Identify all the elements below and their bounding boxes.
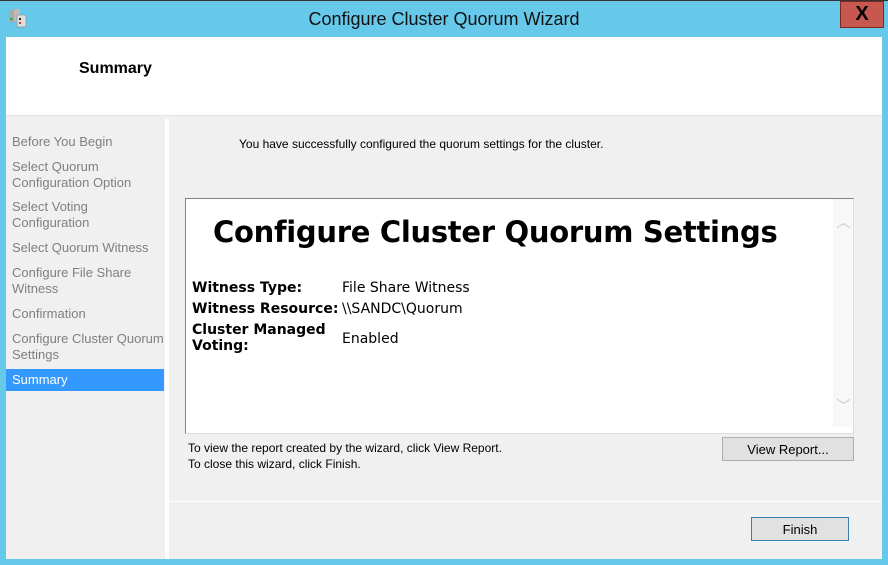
window-title: Configure Cluster Quorum Wizard <box>308 9 580 29</box>
step-select-quorum-configuration-option[interactable]: Select Quorum Configuration Option <box>6 159 164 191</box>
report-key: Witness Type: <box>192 280 303 296</box>
scroll-up-icon[interactable]: ︿ <box>836 211 851 232</box>
view-report-button[interactable]: View Report... <box>722 437 854 461</box>
step-before-you-begin[interactable]: Before You Begin <box>6 134 164 150</box>
step-summary[interactable]: Summary <box>6 369 164 391</box>
report-value: \\SANDC\Quorum <box>342 301 463 317</box>
wizard-header: Summary <box>6 37 882 116</box>
page-title: Summary <box>79 60 152 77</box>
success-message: You have successfully configured the quo… <box>239 137 604 151</box>
report-panel: Configure Cluster Quorum Settings Witnes… <box>185 198 854 434</box>
view-report-hint: To view the report created by the wizard… <box>188 441 502 455</box>
window-top-border <box>0 0 888 1</box>
wizard-client-area: Summary Before You Begin Select Quorum C… <box>6 37 882 559</box>
close-button[interactable]: X <box>840 1 884 28</box>
footer-divider <box>169 501 882 502</box>
report-key: Witness Resource: <box>192 301 339 317</box>
sidebar-divider <box>165 119 169 559</box>
step-configure-file-share-witness[interactable]: Configure File Share Witness <box>6 265 164 297</box>
step-confirmation[interactable]: Confirmation <box>6 306 164 322</box>
finish-button[interactable]: Finish <box>751 517 849 541</box>
scroll-down-icon[interactable]: ﹀ <box>836 395 851 416</box>
report-value: Enabled <box>342 331 399 347</box>
report-scrollbar[interactable]: ︿ ﹀ <box>833 199 853 427</box>
finish-hint: To close this wizard, click Finish. <box>188 457 361 471</box>
report-key: Cluster Managed Voting: <box>192 322 326 354</box>
step-configure-cluster-quorum-settings[interactable]: Configure Cluster Quorum Settings <box>6 331 164 363</box>
report-value: File Share Witness <box>342 280 470 296</box>
step-select-voting-configuration[interactable]: Select Voting Configuration <box>6 199 164 231</box>
report-title: Configure Cluster Quorum Settings <box>213 215 778 249</box>
wizard-steps: Before You Begin Select Quorum Configura… <box>6 119 165 559</box>
step-select-quorum-witness[interactable]: Select Quorum Witness <box>6 240 164 256</box>
